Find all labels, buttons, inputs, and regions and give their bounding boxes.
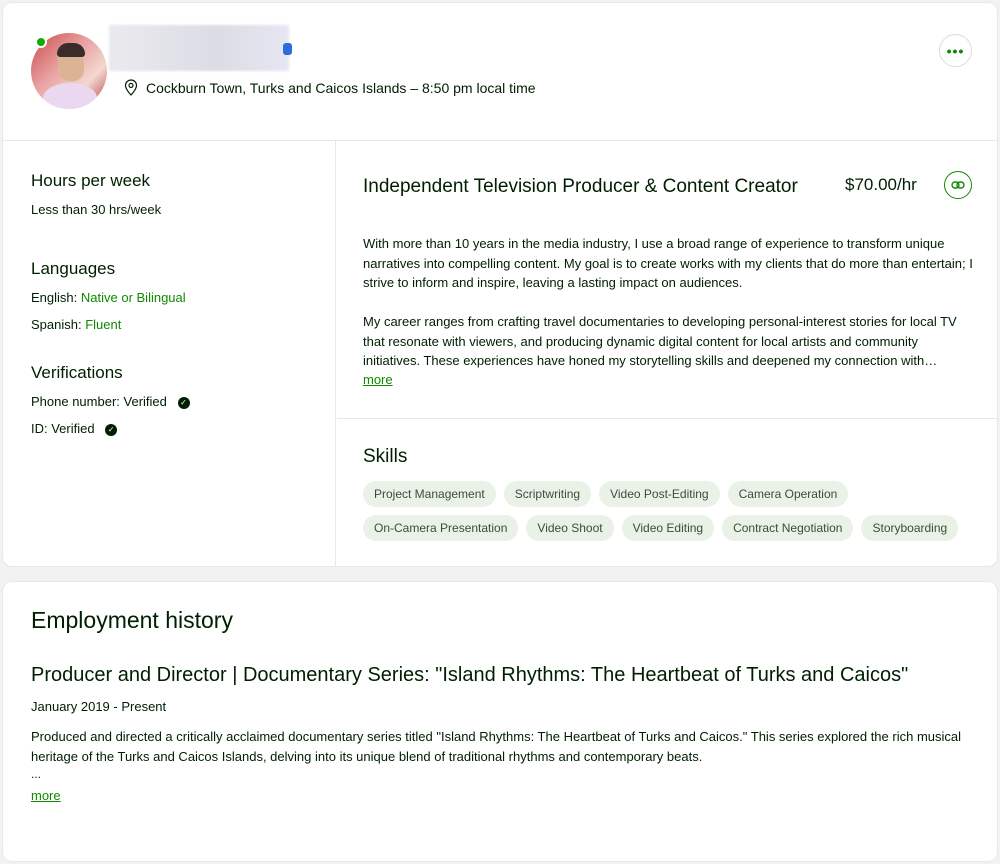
employment-card: Employment history Producer and Director… (2, 581, 998, 862)
verified-check-icon: ✓ (105, 423, 118, 436)
overview-paragraph-1: With more than 10 years in the media ind… (363, 236, 973, 290)
skill-chip[interactable]: Storyboarding (861, 515, 959, 541)
location-text: Cockburn Town, Turks and Caicos Islands … (146, 79, 536, 96)
skill-chip[interactable]: Scriptwriting (503, 481, 592, 507)
more-options-icon: ••• (946, 42, 965, 59)
language-name: English: (31, 290, 78, 305)
verifications-title: Verifications (31, 363, 123, 382)
profile-card: Cockburn Town, Turks and Caicos Islands … (2, 2, 999, 567)
skill-chip[interactable]: Project Management (363, 481, 496, 507)
employment-more-link[interactable]: more (31, 788, 61, 803)
employment-ellipsis: ... (31, 767, 42, 781)
language-item-english: English: Native or Bilingual (31, 290, 186, 305)
verified-check-icon: ✓ (177, 396, 190, 409)
verified-badge-icon (283, 43, 292, 55)
divider (337, 418, 999, 419)
skill-chip[interactable]: Video Editing (621, 515, 715, 541)
avatar-hair (57, 43, 85, 57)
verification-label: ID: Verified (31, 421, 95, 436)
verification-id: ID: Verified ✓ (31, 421, 118, 436)
sidebar: Hours per week Less than 30 hrs/week Lan… (3, 141, 336, 567)
avatar-shirt (43, 83, 97, 109)
languages-title: Languages (31, 259, 116, 278)
profile-title: Independent Television Producer & Conten… (363, 176, 798, 197)
verification-label: Phone number: Verified (31, 394, 167, 409)
skill-chip[interactable]: Camera Operation (727, 481, 849, 507)
hours-title: Hours per week (31, 171, 151, 190)
hours-value: Less than 30 hrs/week (31, 202, 162, 217)
skill-chip[interactable]: Video Post-Editing (599, 481, 720, 507)
main-content: Independent Television Producer & Conten… (337, 141, 999, 567)
skill-chip[interactable]: Contract Negotiation (722, 515, 854, 541)
skills-list: Project Management Scriptwriting Video P… (363, 481, 983, 541)
overview-more-link[interactable]: more (363, 372, 393, 387)
language-level: Fluent (85, 317, 122, 332)
employment-dates: January 2019 - Present (31, 699, 167, 714)
profile-header: Cockburn Town, Turks and Caicos Islands … (3, 3, 997, 141)
language-level: Native or Bilingual (80, 290, 186, 305)
employment-title: Employment history (31, 607, 233, 633)
verification-phone: Phone number: Verified ✓ (31, 394, 190, 409)
copy-link-button[interactable] (944, 171, 972, 199)
blurred-name (109, 25, 289, 71)
more-options-button[interactable]: ••• (939, 34, 972, 67)
location-line: Cockburn Town, Turks and Caicos Islands … (124, 79, 536, 96)
skills-title: Skills (363, 446, 408, 467)
location-pin-icon (124, 79, 138, 96)
language-item-spanish: Spanish: Fluent (31, 317, 121, 332)
employment-description: Produced and directed a critically accla… (31, 729, 962, 764)
overview-paragraph-2: My career ranges from crafting travel do… (363, 314, 957, 368)
employment-role: Producer and Director | Documentary Seri… (31, 664, 909, 686)
online-status-indicator (35, 36, 47, 48)
hourly-rate: $70.00/hr (845, 175, 917, 194)
link-icon (951, 181, 965, 189)
avatar-face (58, 53, 84, 81)
language-name: Spanish: (31, 317, 82, 332)
skill-chip[interactable]: Video Shoot (526, 515, 614, 541)
skill-chip[interactable]: On-Camera Presentation (363, 515, 519, 541)
